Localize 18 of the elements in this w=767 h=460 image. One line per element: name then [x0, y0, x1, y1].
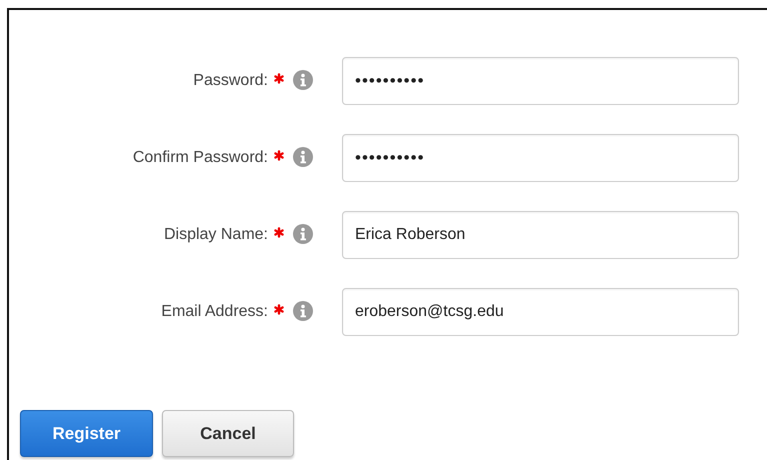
password-field[interactable]: •••••••••• — [342, 57, 739, 105]
required-asterisk-icon — [274, 150, 284, 160]
field-label: Display Name: — [162, 226, 268, 244]
text-field[interactable]: eroberson@tcsg.edu — [342, 288, 739, 336]
required-asterisk-icon — [274, 72, 284, 84]
field-label: Confirm Password: — [132, 149, 268, 167]
info-icon[interactable] — [293, 224, 313, 244]
info-icon[interactable] — [293, 147, 313, 167]
text-field[interactable]: Erica Roberson — [342, 211, 739, 259]
info-icon[interactable] — [293, 70, 313, 90]
field-label: Email Address: — [160, 303, 268, 321]
field-label: Password: — [192, 72, 268, 90]
password-field[interactable]: •••••••••• — [342, 134, 739, 182]
required-asterisk-icon — [274, 226, 284, 238]
info-icon[interactable] — [293, 301, 313, 321]
register-button[interactable]: Register — [20, 410, 153, 457]
required-asterisk-icon — [274, 304, 284, 314]
cancel-button[interactable]: Cancel — [162, 410, 294, 457]
